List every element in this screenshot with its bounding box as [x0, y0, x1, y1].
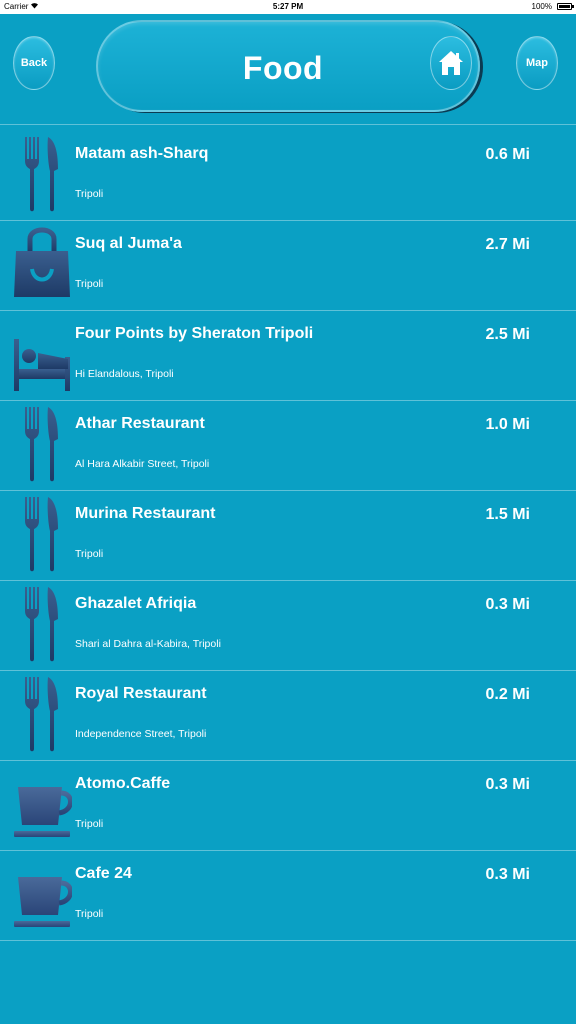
status-bar: Carrier 5:27 PM 100% — [0, 0, 576, 14]
place-distance: 2.5 Mi — [485, 326, 530, 343]
place-distance: 0.6 Mi — [485, 146, 530, 163]
place-name: Cafe 24 — [75, 865, 132, 882]
list-item[interactable]: Royal Restaurant Independence Street, Tri… — [0, 671, 576, 761]
place-distance: 0.3 Mi — [485, 866, 530, 883]
places-list: Matam ash-Sharq Tripoli 0.6 Mi Suq al Juma… — [0, 131, 576, 941]
header: Back Food Map — [0, 14, 576, 124]
coffee-cup-icon — [12, 853, 73, 933]
fork-knife-icon — [12, 673, 72, 753]
place-distance: 0.2 Mi — [485, 686, 530, 703]
place-address: Tripoli — [75, 818, 104, 830]
place-name: Suq al Juma'a — [75, 235, 182, 252]
place-distance: 0.3 Mi — [485, 776, 530, 793]
place-distance: 1.0 Mi — [485, 416, 530, 433]
place-name: Royal Restaurant — [75, 685, 207, 702]
home-icon — [439, 51, 463, 75]
place-address: Shari al Dahra al-Kabira, Tripoli — [75, 638, 221, 650]
place-address: Tripoli — [75, 188, 104, 200]
list-item[interactable]: Ghazalet Afriqia Shari al Dahra al-Kabira… — [0, 581, 576, 671]
list-item[interactable]: Suq al Juma'a Tripoli 2.7 Mi — [0, 221, 576, 311]
battery-percent: 100% — [531, 2, 552, 11]
home-button[interactable] — [430, 36, 472, 90]
place-address: Tripoli — [75, 908, 104, 920]
place-name: Matam ash-Sharq — [75, 145, 209, 162]
list-item[interactable]: Cafe 24 Tripoli 0.3 Mi — [0, 851, 576, 941]
fork-knife-icon — [12, 583, 72, 663]
back-button[interactable]: Back — [13, 36, 55, 90]
fork-knife-icon — [12, 403, 72, 483]
page-title: Food — [242, 50, 324, 86]
place-distance: 1.5 Mi — [485, 506, 530, 523]
bed-icon — [12, 313, 72, 393]
place-address: Independence Street, Tripoli — [75, 728, 207, 740]
place-distance: 0.3 Mi — [485, 596, 530, 613]
place-address: Tripoli — [75, 278, 104, 290]
place-name: Athar Restaurant — [75, 415, 205, 432]
place-name: Four Points by Sheraton Tripoli — [75, 325, 314, 342]
status-time: 5:27 PM — [272, 2, 304, 11]
shopping-bag-icon — [12, 223, 72, 303]
battery-icon — [557, 3, 572, 10]
place-address: Tripoli — [75, 548, 104, 560]
place-address: Al Hara Alkabir Street, Tripoli — [75, 458, 210, 470]
list-item[interactable]: Athar Restaurant Al Hara Alkabir Street, … — [0, 401, 576, 491]
list-item[interactable]: Four Points by Sheraton Tripoli Hi Elanda… — [0, 311, 576, 401]
place-address: Hi Elandalous, Tripoli — [75, 368, 174, 380]
place-name: Ghazalet Afriqia — [75, 595, 197, 612]
coffee-cup-icon — [12, 763, 73, 843]
place-name: Murina Restaurant — [75, 505, 216, 522]
list-item[interactable]: Atomo.Caffe Tripoli 0.3 Mi — [0, 761, 576, 851]
map-button[interactable]: Map — [516, 36, 558, 90]
place-distance: 2.7 Mi — [485, 236, 530, 253]
fork-knife-icon — [12, 493, 72, 573]
list-item[interactable]: Matam ash-Sharq Tripoli 0.6 Mi — [0, 131, 576, 221]
place-name: Atomo.Caffe — [75, 775, 171, 792]
fork-knife-icon — [12, 133, 72, 213]
list-item[interactable]: Murina Restaurant Tripoli 1.5 Mi — [0, 491, 576, 581]
header-divider — [0, 124, 576, 125]
